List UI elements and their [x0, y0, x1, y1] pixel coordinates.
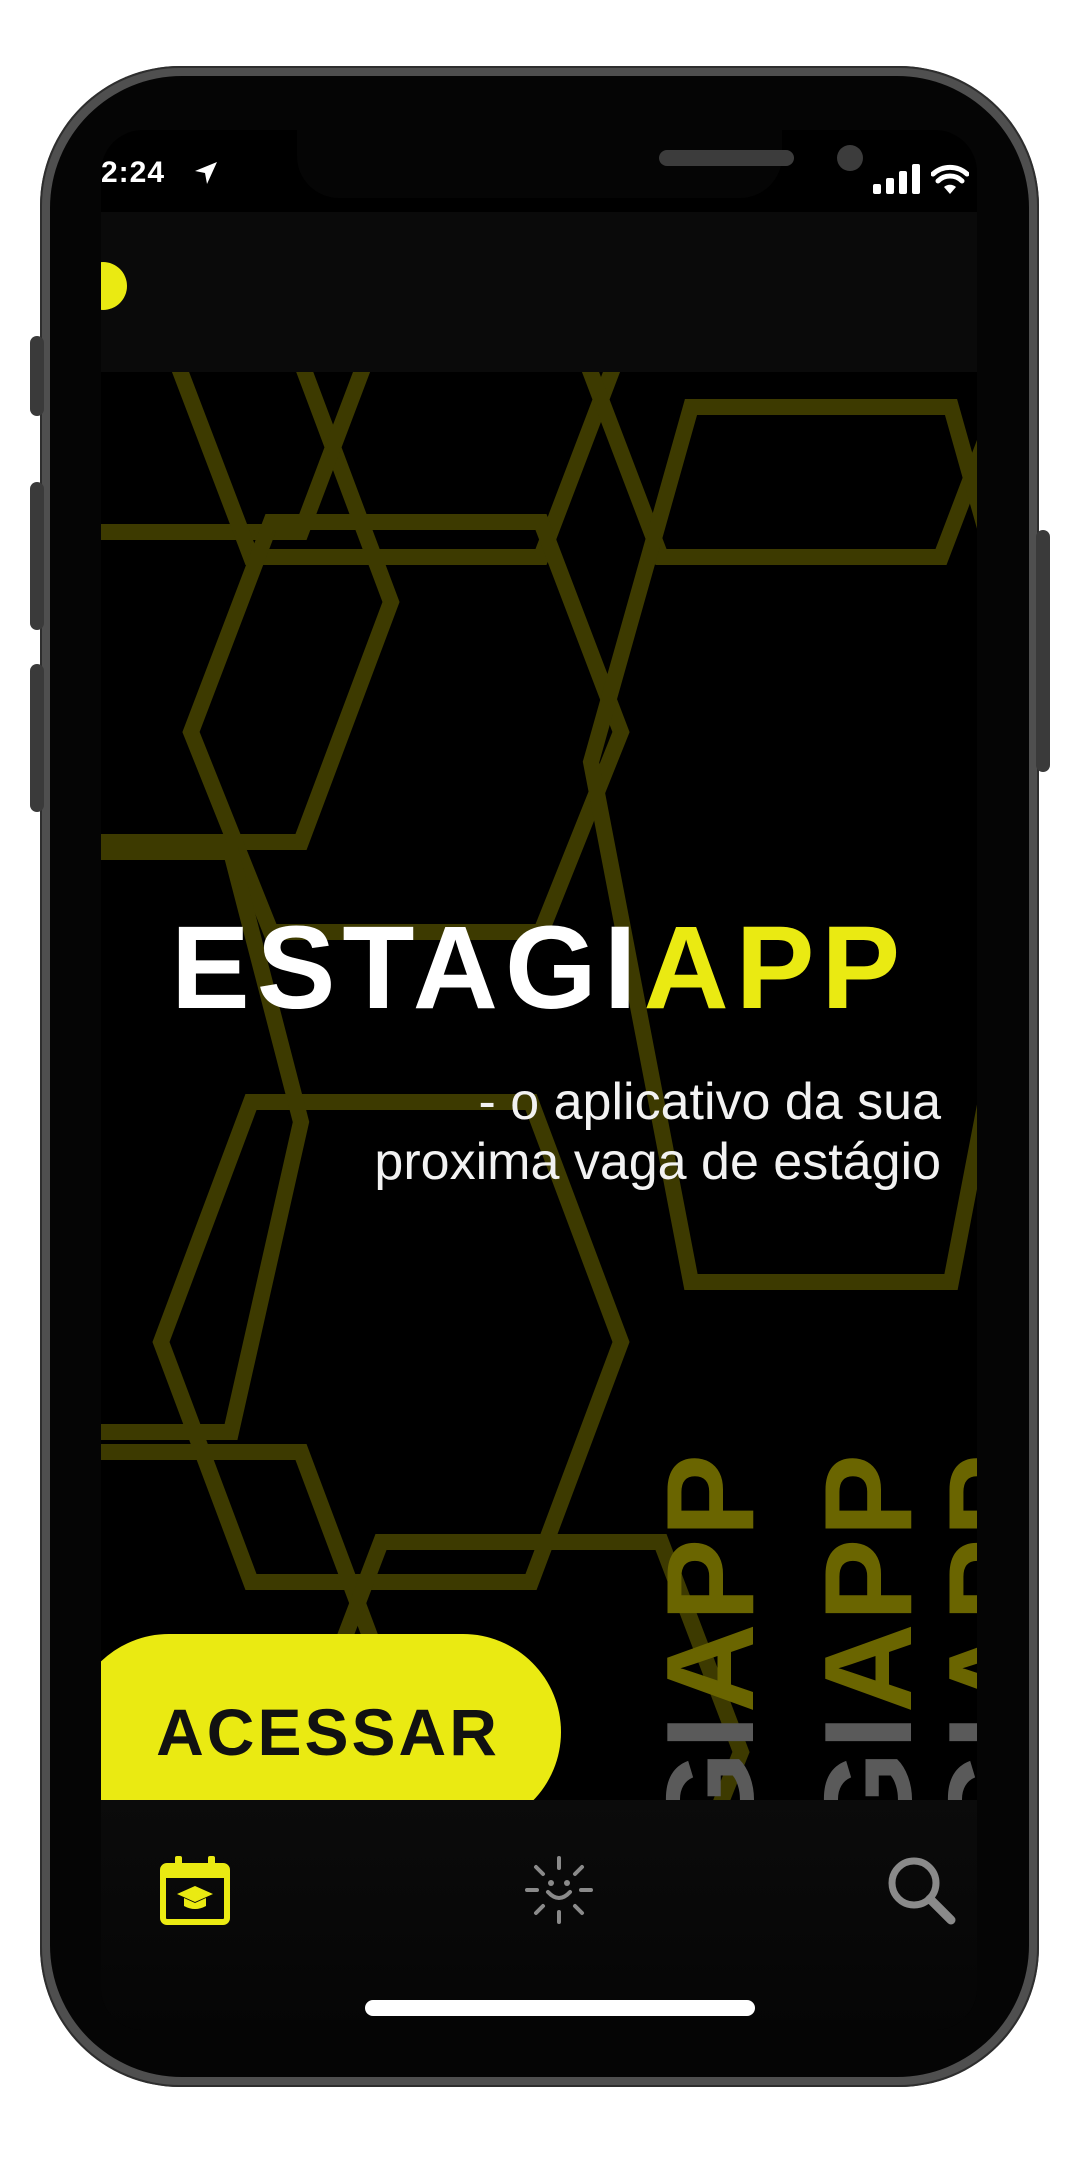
bottom-tab-bar [101, 1800, 977, 2030]
sun-smile-icon [525, 1856, 593, 1924]
decorative-word-1: GIAPP [642, 1452, 780, 1848]
power-button [1036, 530, 1050, 772]
front-camera [837, 145, 863, 171]
search-icon [888, 1857, 956, 1925]
tab-mood[interactable] [509, 1840, 609, 1940]
signal-icon [873, 164, 920, 194]
notch [297, 130, 863, 198]
decorative-word-3-yellow: APP [924, 1452, 977, 1713]
tab-calendar[interactable] [145, 1840, 245, 1940]
volume-down-button [30, 664, 44, 812]
calendar-graduation-icon [160, 1856, 230, 1925]
decorative-word-2-yellow: APP [800, 1452, 938, 1713]
app-title-part-white: ESTAGI [171, 902, 644, 1034]
app-tagline: - o aplicativo da sua proxima vaga de es… [181, 1072, 941, 1192]
decorative-word-1-yellow: APP [642, 1452, 780, 1713]
decorative-word-3: GIAPP [924, 1452, 977, 1848]
status-icons [873, 154, 969, 194]
status-time: 2:24 [101, 156, 166, 189]
speaker-grille [659, 150, 794, 166]
app-header [101, 212, 977, 372]
app-title: ESTAGIAPP [171, 900, 907, 1036]
app-screen: 2:24 ESTAGIAPP - o aplicativo da sua pro… [101, 130, 977, 2030]
home-indicator[interactable] [365, 2000, 755, 2016]
app-title-part-yellow: APP [643, 902, 908, 1034]
header-avatar-dot[interactable] [101, 262, 127, 310]
tagline-line-2: proxima vaga de estágio [374, 1133, 941, 1191]
volume-up-button [30, 482, 44, 630]
hero-section: ESTAGIAPP - o aplicativo da sua proxima … [101, 372, 977, 1932]
wifi-icon [931, 164, 969, 194]
tab-search[interactable] [871, 1840, 971, 1940]
decorative-word-2: GIAPP [800, 1452, 938, 1848]
location-arrow-icon [195, 162, 217, 184]
tagline-line-1: - o aplicativo da sua [478, 1073, 942, 1131]
mute-switch [30, 336, 44, 416]
